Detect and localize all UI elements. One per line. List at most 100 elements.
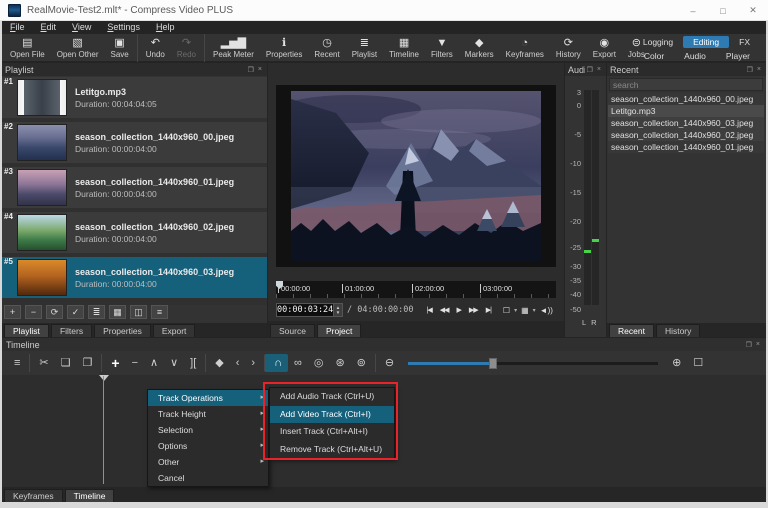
recent-item[interactable]: season_collection_1440x960_03.jpeg [608, 117, 764, 129]
toolbar-button[interactable]: ◆ Markers [459, 34, 500, 62]
context-menu-item[interactable]: Other ▸ [148, 454, 268, 470]
playlist-tool-icon[interactable]: ⟳ [46, 305, 63, 319]
layout-button[interactable]: Player [716, 50, 760, 62]
toolbar-button[interactable]: ⟳ History [550, 34, 587, 62]
recent-item[interactable]: Letitgo.mp3 [608, 105, 764, 117]
panel-tab[interactable]: Properties [94, 324, 151, 337]
panel-tab[interactable]: Recent [609, 324, 654, 337]
panel-tab[interactable]: History [656, 324, 700, 337]
zoom-slider-handle[interactable] [489, 358, 497, 369]
close-panel-icon[interactable]: × [595, 66, 603, 73]
panel-tab[interactable]: Filters [51, 324, 92, 337]
menu-item[interactable]: View [64, 21, 99, 34]
toolbar-button[interactable]: ▂▅▇ Peak Meter [204, 34, 260, 62]
menu-item[interactable]: Settings [99, 21, 148, 34]
recent-item[interactable]: season_collection_1440x960_02.jpeg [608, 129, 764, 141]
panel-tab[interactable]: Project [317, 324, 361, 337]
volume-icon[interactable]: ◄)) [537, 304, 556, 317]
search-input[interactable] [609, 78, 763, 91]
toolbar-button[interactable]: ↶ Undo [137, 34, 171, 62]
layout-button[interactable]: Color [634, 50, 674, 62]
timeline-tool-icon[interactable]: ⊚ [351, 354, 372, 372]
playlist-item[interactable]: #2 season_collection_1440x960_00.jpeg Du… [2, 122, 267, 163]
timeline-tool-icon[interactable]: ⊕ [666, 354, 687, 372]
toolbar-button[interactable]: ≣ Playlist [346, 34, 383, 62]
panel-tab[interactable]: Playlist [4, 324, 49, 337]
close-panel-icon[interactable]: × [256, 66, 264, 73]
float-panel-icon[interactable]: ❐ [246, 66, 256, 74]
menu-item[interactable]: File [2, 21, 33, 34]
timeline-tool-icon[interactable]: ∞ [288, 354, 308, 372]
timeline-tool-icon[interactable]: ≡ [8, 354, 26, 372]
transport-button[interactable]: ◀◀ [437, 304, 452, 316]
timeline-tool-icon[interactable]: ❏ [55, 354, 77, 372]
timeline-tool-icon[interactable]: › [245, 354, 261, 372]
timeline-tool-icon[interactable]: ∨ [164, 354, 184, 372]
close-button[interactable]: ✕ [738, 0, 768, 21]
close-panel-icon[interactable]: × [755, 66, 763, 73]
context-menu-item[interactable]: Cancel [148, 470, 268, 486]
timeline-tool-icon[interactable]: ✂ [29, 354, 54, 372]
recent-item[interactable]: season_collection_1440x960_01.jpeg [608, 141, 764, 153]
timeline-tool-icon[interactable]: ⊖ [375, 354, 400, 372]
panel-tab[interactable]: Keyframes [4, 489, 63, 502]
panel-tab[interactable]: Source [270, 324, 315, 337]
playlist-item[interactable]: #4 season_collection_1440x960_02.jpeg Du… [2, 212, 267, 253]
toolbar-button[interactable]: ▦ Timeline [383, 34, 425, 62]
transport-button[interactable]: ▶ [454, 304, 464, 316]
minimize-button[interactable]: – [678, 0, 708, 21]
layout-button[interactable]: Logging [633, 36, 683, 48]
transport-button[interactable]: ▶▶ [466, 304, 481, 316]
chevron-down-icon[interactable]: ▾ [533, 307, 536, 314]
layout-button[interactable]: Audio [674, 50, 716, 62]
playlist-tool-icon[interactable]: + [4, 305, 21, 319]
layout-button[interactable]: Editing [683, 36, 729, 48]
toolbar-button[interactable]: ▼ Filters [425, 34, 459, 62]
timeline-tool-icon[interactable]: − [126, 354, 144, 372]
float-panel-icon[interactable]: ❐ [585, 66, 595, 74]
context-menu-item[interactable]: Track Height ▸ [148, 406, 268, 422]
timeline-tool-icon[interactable]: + [101, 354, 125, 372]
recent-item[interactable]: season_collection_1440x960_00.jpeg [608, 93, 764, 105]
toolbar-button[interactable]: ◷ Recent [308, 34, 345, 62]
playlist-tool-icon[interactable]: ✓ [67, 305, 84, 319]
menu-item[interactable]: Help [148, 21, 183, 34]
playlist-tool-icon[interactable]: ▦ [109, 305, 126, 319]
toolbar-button[interactable]: ◔ Keyframes [500, 34, 550, 62]
float-panel-icon[interactable]: ❐ [744, 341, 754, 349]
timeline-tool-icon[interactable]: ⊛ [329, 354, 350, 372]
toolbar-button[interactable]: ℹ Properties [260, 34, 308, 62]
toolbar-button[interactable]: ↷ Redo [171, 34, 202, 62]
toolbar-button[interactable]: ▤ Open File [4, 34, 51, 62]
transport-button[interactable]: ▶| [483, 304, 494, 316]
panel-tab[interactable]: Export [153, 324, 196, 337]
playlist-item[interactable]: #3 season_collection_1440x960_01.jpeg Du… [2, 167, 267, 208]
timeline-playhead-handle[interactable] [99, 375, 109, 381]
playlist-item[interactable]: #5 season_collection_1440x960_03.jpeg Du… [2, 257, 267, 298]
timeline-tool-icon[interactable]: ◎ [308, 354, 330, 372]
playlist-tool-icon[interactable]: − [25, 305, 42, 319]
context-menu-item[interactable]: Selection ▸ [148, 422, 268, 438]
timeline-tool-icon[interactable]: ][ [184, 354, 202, 372]
layout-button[interactable]: FX [729, 36, 760, 48]
timeline-zoom-slider[interactable] [408, 362, 658, 365]
playlist-tool-icon[interactable]: ◫ [130, 305, 147, 319]
position-field[interactable]: 00:00:03:24 [276, 303, 334, 317]
chevron-down-icon[interactable]: ▾ [514, 307, 517, 314]
context-menu-item[interactable]: Options ▸ [148, 438, 268, 454]
menu-item[interactable]: Edit [33, 21, 65, 34]
playlist-tool-icon[interactable]: ≣ [88, 305, 105, 319]
transport-button[interactable]: |◀ [424, 304, 435, 316]
player-scrubber[interactable]: 00:00:0001:00:0002:00:0003:00:00 [276, 281, 556, 298]
context-menu-item[interactable]: Track Operations ▸ [148, 390, 268, 406]
playlist-tool-icon[interactable]: ≡ [151, 305, 168, 319]
timeline-tool-icon[interactable]: ◆ [205, 354, 229, 372]
close-panel-icon[interactable]: × [754, 341, 762, 348]
position-spinner[interactable]: ▲ ▼ [334, 303, 343, 317]
timeline-tool-icon[interactable]: ☐ [687, 354, 709, 372]
toolbar-button[interactable]: ▣ Save [105, 34, 135, 62]
zoom-fit-icon[interactable]: ☐ [500, 304, 513, 317]
timeline-tool-icon[interactable]: ‹ [230, 354, 246, 372]
toolbar-button[interactable]: ◉ Export [587, 34, 622, 62]
playlist-item[interactable]: #1 Letitgo.mp3 Duration: 00:04:04:05 [2, 77, 267, 118]
